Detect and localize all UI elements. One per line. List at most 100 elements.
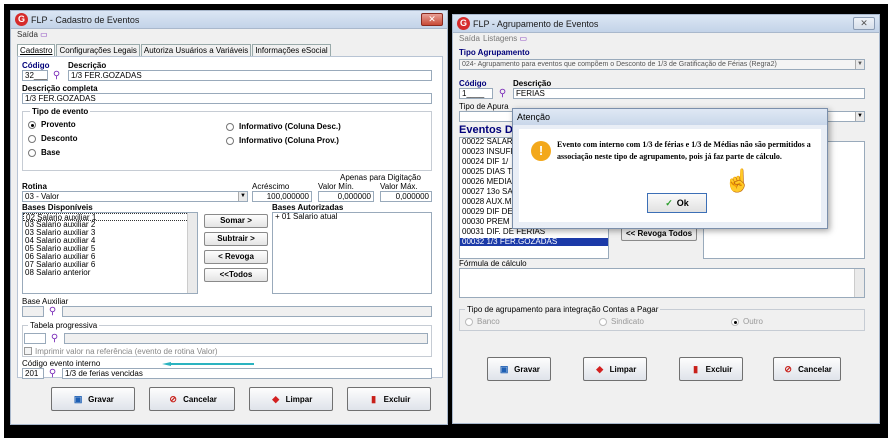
dialog-title: Atenção [513, 109, 827, 125]
bases-autorizadas-list[interactable]: + 01 Salario atual [272, 212, 432, 294]
ok-button[interactable]: ✓ Ok [647, 193, 707, 213]
bases-disponiveis-list[interactable]: 02 Salario auxiliar 1 03 Salario auxilia… [22, 212, 198, 294]
cancelar-label: Cancelar [798, 364, 832, 374]
scrollbar[interactable] [187, 213, 197, 293]
radio-base[interactable] [28, 149, 36, 157]
gravar-label: Gravar [88, 394, 114, 404]
imprimir-checkbox[interactable] [24, 347, 32, 355]
eventos-label: Eventos D [459, 124, 513, 136]
valor-min-label: Valor Mín. [318, 182, 354, 191]
check-icon: ✓ [665, 197, 673, 208]
revoga-todos-button[interactable]: << Revoga Todos [621, 227, 697, 241]
rotina-label: Rotina [22, 182, 47, 191]
tab-cadastro[interactable]: Cadastro [17, 44, 56, 56]
menu-exit[interactable]: Saída [459, 34, 480, 43]
radio-provento[interactable] [28, 121, 36, 129]
sindicato-label: Sindicato [611, 317, 644, 326]
gravar-button[interactable]: ▣ Gravar [51, 387, 135, 411]
trash-icon: ▮ [693, 364, 699, 374]
cancel-icon: ⊘ [784, 364, 792, 374]
radio-sindicato[interactable] [599, 318, 607, 326]
apenas-digitacao-label: Apenas para Digitação [340, 173, 421, 182]
chevron-down-icon[interactable]: ▼ [238, 192, 247, 201]
descricao-completa-input[interactable]: 1/3 FER.GOZADAS [22, 93, 432, 104]
excluir-label: Excluir [705, 364, 733, 374]
eraser-icon: ◆ [272, 394, 280, 404]
tab-bar: Cadastro Configurações Legais Autoriza U… [17, 44, 332, 56]
radio-outro[interactable] [731, 318, 739, 326]
limpar-button[interactable]: ◆ Limpar [249, 387, 333, 411]
revoga-button[interactable]: < Revoga [204, 250, 268, 264]
somar-button[interactable]: Somar > [204, 214, 268, 228]
cancelar-button[interactable]: ⊘ Cancelar [773, 357, 841, 381]
descricao-input[interactable]: 1/3 FER.GOZADAS [68, 70, 432, 81]
tab-informacoes-esocial[interactable]: Informações eSocial [252, 44, 331, 56]
codigo-input[interactable]: 1____ [459, 88, 493, 99]
base-auxiliar-desc[interactable] [62, 306, 432, 317]
search-icon[interactable]: ⚲ [47, 306, 58, 317]
menu-exit[interactable]: Saída ▭ [17, 30, 48, 39]
tab-autoriza-usuarios[interactable]: Autoriza Usuários a Variáveis [140, 44, 252, 56]
valor-max-label: Valor Máx. [380, 182, 418, 191]
warning-icon: ! [531, 141, 551, 161]
outro-label: Outro [743, 317, 764, 326]
codigo-input[interactable]: 32___ [22, 70, 48, 81]
radio-informativo-prov[interactable] [226, 137, 234, 145]
codigo-evento-interno-label: Código evento interno [22, 359, 101, 368]
search-icon[interactable]: ⚲ [47, 368, 58, 379]
rotina-value: 03 - Valor [25, 192, 60, 201]
codigo-interno-desc[interactable]: 1/3 de ferias vencidas [62, 368, 432, 379]
excluir-button[interactable]: ▮ Excluir [347, 387, 431, 411]
base-auxiliar-code[interactable] [22, 306, 44, 317]
formula-textarea[interactable] [459, 268, 865, 298]
list-item[interactable]: 00031 DIF. DE FERIAS [460, 228, 608, 236]
search-icon[interactable]: ⚲ [497, 88, 508, 99]
list-item[interactable]: 08 Salario anterior [23, 269, 197, 277]
tipo-agrupamento-select[interactable]: 024- Agrupamento para eventos que compõe… [459, 59, 865, 70]
radio-desconto[interactable] [28, 135, 36, 143]
list-item[interactable]: + 01 Salario atual [273, 213, 431, 221]
save-icon: ▣ [499, 364, 509, 374]
tabela-desc[interactable] [64, 333, 428, 344]
search-icon[interactable]: ⚲ [49, 333, 60, 344]
descricao-input[interactable]: FERIAS [513, 88, 865, 99]
excluir-button[interactable]: ▮ Excluir [679, 357, 743, 381]
base-label: Base [41, 148, 61, 157]
provento-label: Provento [41, 120, 76, 129]
informativo-desc-label: Informativo (Coluna Desc.) [239, 122, 341, 131]
close-icon[interactable]: ✕ [853, 17, 875, 30]
limpar-label: Limpar [609, 364, 637, 374]
title-bar: G FLP - Cadastro de Eventos ✕ [11, 11, 447, 29]
valor-min-input[interactable]: 0,000000 [318, 191, 374, 202]
cancelar-button[interactable]: ⊘ Cancelar [149, 387, 235, 411]
tab-configuracoes-legais[interactable]: Configurações Legais [56, 44, 140, 56]
close-icon[interactable]: ✕ [421, 13, 443, 26]
desconto-label: Desconto [41, 134, 78, 143]
tipo-apuracao-label: Tipo de Apura [459, 102, 509, 111]
gravar-label: Gravar [514, 364, 540, 374]
search-icon[interactable]: ⚲ [51, 70, 62, 81]
valor-max-input[interactable]: 0,000000 [380, 191, 432, 202]
codigo-interno-input[interactable]: 201 [22, 368, 44, 379]
title-bar: G FLP - Agrupamento de Eventos ✕ [453, 15, 879, 33]
list-item-selected[interactable]: 00032 1/3 FER.GOZADAS [460, 238, 608, 246]
bases-disponiveis-label: Bases Disponíveis [22, 203, 93, 212]
radio-banco[interactable] [465, 318, 473, 326]
tabela-code[interactable] [24, 333, 46, 344]
limpar-label: Limpar [285, 394, 313, 404]
base-auxiliar-label: Base Auxiliar [22, 297, 69, 306]
informativo-prov-label: Informativo (Coluna Prov.) [239, 136, 339, 145]
subtrair-button[interactable]: Subtrair > [204, 232, 268, 246]
chevron-down-icon[interactable]: ▼ [855, 60, 864, 69]
limpar-button[interactable]: ◆ Limpar [583, 357, 647, 381]
todos-button[interactable]: <<Todos [204, 268, 268, 282]
radio-informativo-desc[interactable] [226, 123, 234, 131]
gravar-button[interactable]: ▣ Gravar [487, 357, 551, 381]
screen-icon: ▭ [40, 30, 48, 39]
ok-label: Ok [676, 198, 689, 208]
chevron-down-icon[interactable]: ▼ [855, 112, 864, 121]
menu-listagens[interactable]: Listagens ▭ [483, 34, 527, 43]
acrescimo-input[interactable]: 100,000000 [252, 191, 312, 202]
rotina-select[interactable]: 03 - Valor ▼ [22, 191, 248, 202]
scrollbar[interactable] [854, 269, 864, 297]
